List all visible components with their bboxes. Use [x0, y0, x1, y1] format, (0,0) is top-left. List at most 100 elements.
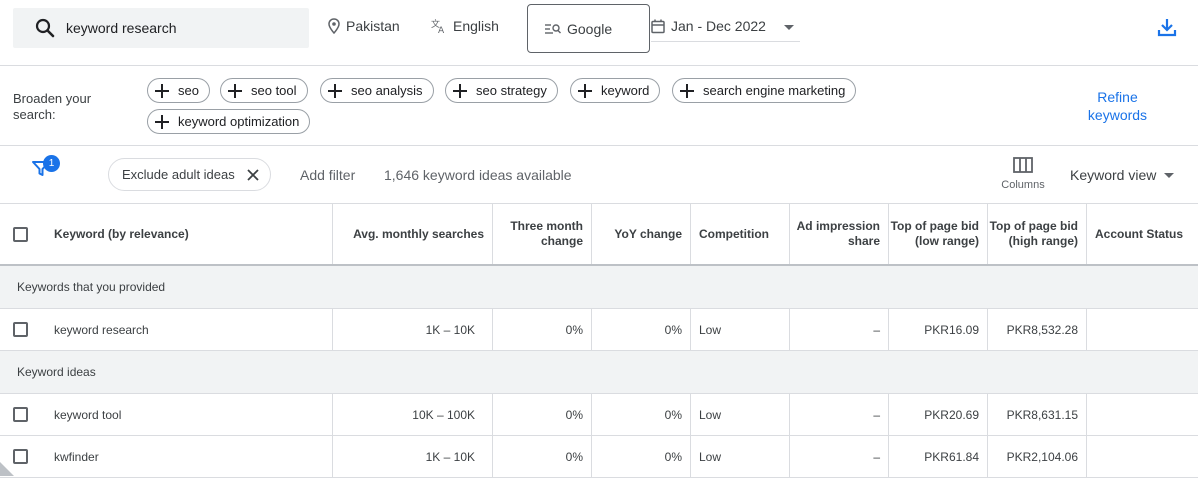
- cell-yoy-change: 0%: [592, 436, 691, 477]
- date-range-selector[interactable]: Jan - Dec 2022: [651, 13, 800, 42]
- chevron-down-icon: [1164, 172, 1175, 178]
- exclude-adult-filter-chip[interactable]: Exclude adult ideas: [108, 158, 271, 191]
- header-bid-low[interactable]: Top of page bid (low range): [889, 204, 988, 264]
- location-selector[interactable]: Pakistan: [328, 18, 400, 34]
- header-competition[interactable]: Competition: [691, 204, 790, 264]
- broaden-chip[interactable]: search engine marketing: [672, 78, 857, 103]
- cell-competition: Low: [691, 436, 790, 477]
- header-avg-monthly-searches[interactable]: Avg. monthly searches: [333, 204, 493, 264]
- download-button[interactable]: [1156, 16, 1178, 38]
- broaden-chip[interactable]: keyword: [570, 78, 661, 103]
- cell-yoy-change: 0%: [592, 394, 691, 435]
- cell-account-status: [1087, 394, 1198, 435]
- svg-text:A: A: [438, 26, 445, 34]
- cell-yoy-change: 0%: [592, 309, 691, 350]
- columns-button[interactable]: Columns: [1000, 157, 1046, 191]
- plus-icon: [452, 83, 468, 99]
- broaden-chip[interactable]: seo: [147, 78, 210, 103]
- group-label: Keywords that you provided: [17, 280, 166, 294]
- table-row[interactable]: keyword research 1K – 10K 0% 0% Low – PK…: [0, 309, 1198, 351]
- cell-three-month-change: 0%: [493, 436, 592, 477]
- keyword-view-label: Keyword view: [1070, 167, 1157, 183]
- cell-keyword: keyword tool: [40, 394, 333, 435]
- cell-avg-monthly-searches: 1K – 10K: [333, 309, 493, 350]
- cell-bid-low: PKR61.84: [889, 436, 988, 477]
- date-range-label: Jan - Dec 2022: [671, 18, 766, 34]
- cell-keyword: kwfinder: [40, 436, 333, 477]
- plus-icon: [154, 114, 170, 130]
- search-input[interactable]: keyword research: [13, 8, 309, 48]
- plus-icon: [227, 83, 243, 99]
- cell-three-month-change: 0%: [493, 309, 592, 350]
- chevron-down-icon: [784, 25, 794, 30]
- language-selector[interactable]: 文A English: [431, 18, 499, 34]
- columns-icon: [1000, 157, 1046, 173]
- keyword-view-selector[interactable]: Keyword view: [1070, 167, 1175, 183]
- language-label: English: [453, 18, 499, 34]
- cell-three-month-change: 0%: [493, 394, 592, 435]
- filter-bar: 1 Exclude adult ideas Add filter 1,646 k…: [0, 147, 1198, 204]
- keyword-ideas-count: 1,646 keyword ideas available: [384, 167, 572, 183]
- download-icon: [1156, 16, 1178, 38]
- header-yoy-change[interactable]: YoY change: [592, 204, 691, 264]
- cell-competition: Low: [691, 309, 790, 350]
- row-checkbox[interactable]: [12, 322, 28, 337]
- header-keyword[interactable]: Keyword (by relevance): [40, 204, 333, 264]
- close-icon[interactable]: [246, 168, 260, 182]
- cell-keyword: keyword research: [40, 309, 333, 350]
- location-label: Pakistan: [346, 18, 400, 34]
- cell-account-status: [1087, 309, 1198, 350]
- group-row-provided: Keywords that you provided: [0, 266, 1198, 309]
- cell-avg-monthly-searches: 10K – 100K: [333, 394, 493, 435]
- select-all-checkbox[interactable]: [12, 226, 28, 242]
- select-all-checkbox-cell: [0, 204, 40, 264]
- group-label: Keyword ideas: [17, 365, 96, 379]
- cell-competition: Low: [691, 394, 790, 435]
- table-row[interactable]: keyword tool 10K – 100K 0% 0% Low – PKR2…: [0, 394, 1198, 436]
- broaden-search-panel: Broaden your search: seo seo tool seo an…: [0, 66, 1198, 146]
- resize-handle[interactable]: [0, 462, 14, 476]
- broaden-label: Broaden your search:: [13, 91, 92, 122]
- table-row[interactable]: kwfinder 1K – 10K 0% 0% Low – PKR61.84 P…: [0, 436, 1198, 478]
- cell-ad-impression-share: –: [790, 394, 889, 435]
- add-filter-button[interactable]: Add filter: [300, 167, 355, 183]
- header-account-status[interactable]: Account Status: [1087, 204, 1198, 264]
- cell-bid-low: PKR16.09: [889, 309, 988, 350]
- search-value: keyword research: [66, 20, 177, 36]
- search-network-selector[interactable]: Google: [527, 4, 650, 53]
- search-network-label: Google: [567, 21, 613, 37]
- header-ad-impression-share[interactable]: Ad impression share: [790, 204, 889, 264]
- cell-bid-high: PKR8,631.15: [988, 394, 1087, 435]
- location-pin-icon: [328, 18, 340, 34]
- filter-count-badge: 1: [43, 155, 60, 172]
- cell-bid-high: PKR2,104.06: [988, 436, 1087, 477]
- row-checkbox[interactable]: [12, 407, 28, 422]
- plus-icon: [327, 83, 343, 99]
- exclude-adult-label: Exclude adult ideas: [122, 167, 235, 182]
- broaden-chip[interactable]: keyword optimization: [147, 109, 311, 134]
- cell-avg-monthly-searches: 1K – 10K: [333, 436, 493, 477]
- plus-icon: [154, 83, 170, 99]
- translate-icon: 文A: [431, 18, 447, 34]
- cell-bid-high: PKR8,532.28: [988, 309, 1087, 350]
- search-icon: [35, 18, 55, 38]
- search-network-icon: [545, 23, 561, 35]
- cell-bid-low: PKR20.69: [889, 394, 988, 435]
- row-checkbox-cell: [0, 394, 40, 435]
- refine-keywords-button[interactable]: Refine keywords: [1070, 88, 1165, 124]
- plus-icon: [679, 83, 695, 99]
- calendar-icon: [651, 19, 665, 34]
- broaden-chip[interactable]: seo strategy: [445, 78, 558, 103]
- top-bar: keyword research Pakistan 文A English Goo…: [0, 0, 1198, 66]
- plus-icon: [577, 83, 593, 99]
- broaden-chip[interactable]: seo analysis: [320, 78, 434, 103]
- header-three-month-change[interactable]: Three month change: [493, 204, 592, 264]
- cell-ad-impression-share: –: [790, 309, 889, 350]
- row-checkbox-cell: [0, 309, 40, 350]
- columns-label: Columns: [1001, 179, 1045, 191]
- table-header: Keyword (by relevance) Avg. monthly sear…: [0, 204, 1198, 266]
- broaden-chip[interactable]: seo tool: [220, 78, 308, 103]
- row-checkbox[interactable]: [12, 449, 28, 464]
- cell-account-status: [1087, 436, 1198, 477]
- header-bid-high[interactable]: Top of page bid (high range): [988, 204, 1087, 264]
